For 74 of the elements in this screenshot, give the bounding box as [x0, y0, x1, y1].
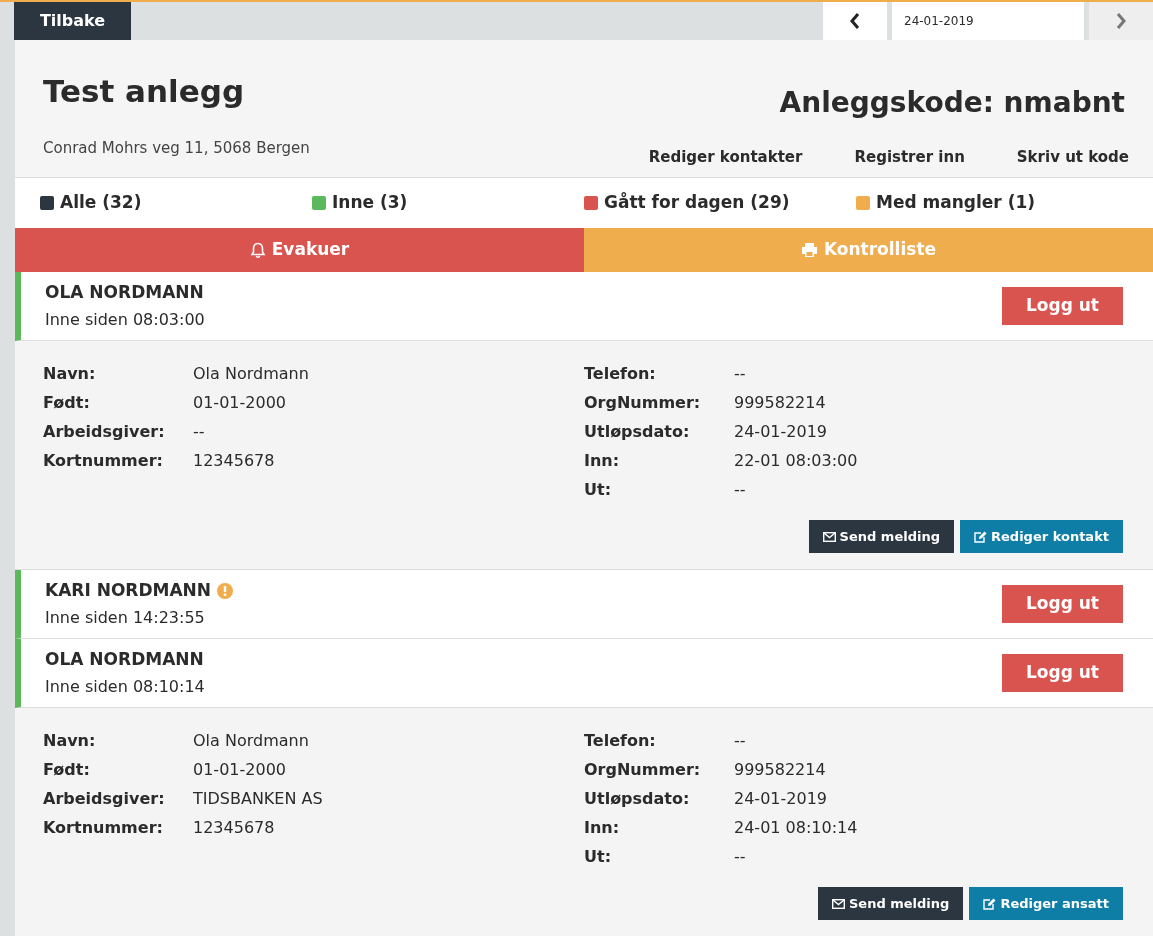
field-value: 999582214 [734, 758, 826, 781]
field-label: Navn: [43, 362, 97, 385]
field-value: Ola Nordmann [193, 729, 309, 752]
checked-in-time: Inne siden 14:23:55 [45, 606, 206, 629]
field-label: OrgNummer: [584, 391, 702, 414]
edit-icon [974, 530, 987, 543]
field-value: -- [734, 845, 746, 868]
field-label: Inn: [584, 449, 621, 472]
field-value: 01-01-2000 [193, 758, 286, 781]
person-row[interactable]: KARI NORDMANN Inne siden 14:23:55 Logg ut [15, 570, 1153, 639]
status-filter[interactable]: Inne (3) [332, 190, 408, 216]
edit-button[interactable]: Rediger ansatt [969, 887, 1123, 920]
edit-button[interactable]: Rediger kontakt [960, 520, 1123, 553]
field-value: 12345678 [193, 449, 275, 472]
field-value: -- [734, 729, 746, 752]
edit-icon [983, 897, 997, 910]
field-label: Inn: [584, 816, 621, 839]
field-label: Kortnummer: [43, 449, 164, 472]
field-value: -- [734, 362, 746, 385]
field-label: Telefon: [584, 362, 657, 385]
site-address: Conrad Mohrs veg 11, 5068 Bergen [43, 137, 310, 159]
field-label: OrgNummer: [584, 758, 702, 781]
site-code: Anleggskode: nmabnt [779, 85, 1125, 121]
checked-in-time: Inne siden 08:10:14 [45, 675, 205, 698]
field-label: Navn: [43, 729, 97, 752]
back-button[interactable]: Tilbake [14, 2, 131, 40]
previous-button[interactable] [823, 2, 887, 40]
status-filter[interactable]: Med mangler (1) [876, 190, 1036, 216]
field-label: Kortnummer: [43, 816, 164, 839]
field-value: 999582214 [734, 391, 826, 414]
field-value: 01-01-2000 [193, 391, 286, 414]
field-value: 24-01-2019 [734, 420, 827, 443]
logout-button[interactable]: Logg ut [1002, 654, 1123, 692]
field-label: Utløpsdato: [584, 787, 691, 810]
date-field[interactable]: 24-01-2019 [892, 2, 1084, 40]
send-message-button[interactable]: Send melding [817, 887, 964, 920]
field-value: 22-01 08:03:00 [734, 449, 858, 472]
person-row[interactable]: OLA NORDMANN Inne siden 08:10:14 Logg ut [15, 639, 1153, 708]
field-value: -- [734, 478, 746, 501]
person-name: OLA NORDMANN [45, 281, 204, 305]
person-name: KARI NORDMANN [45, 579, 212, 603]
envelope-icon [831, 898, 845, 909]
site-title: Test anlegg [43, 72, 246, 111]
header-link[interactable]: Skriv ut kode [1016, 146, 1129, 169]
field-label: Utløpsdato: [584, 420, 691, 443]
header-link[interactable]: Registrer inn [854, 146, 965, 169]
person-name: OLA NORDMANN [45, 648, 204, 672]
field-label: Født: [43, 758, 91, 781]
field-value: -- [193, 420, 205, 443]
field-label: Født: [43, 391, 91, 414]
field-label: Ut: [584, 845, 613, 868]
logout-button[interactable]: Logg ut [1002, 585, 1123, 623]
checked-in-time: Inne siden 08:03:00 [45, 308, 205, 331]
field-label: Telefon: [584, 729, 657, 752]
send-message-button[interactable]: Send melding [808, 520, 954, 553]
field-label: Ut: [584, 478, 613, 501]
status-filter[interactable]: Gått for dagen (29) [604, 190, 790, 216]
field-label: Arbeidsgiver: [43, 420, 166, 443]
chevron-right-icon [1116, 13, 1126, 29]
person-row[interactable]: OLA NORDMANN Inne siden 08:03:00 Logg ut [15, 272, 1153, 341]
chevron-left-icon [850, 13, 860, 29]
envelope-icon [822, 531, 836, 542]
field-label: Arbeidsgiver: [43, 787, 166, 810]
field-value: 24-01-2019 [734, 787, 827, 810]
logout-button[interactable]: Logg ut [1002, 287, 1123, 325]
evacuate-button[interactable]: Evakuer [15, 228, 584, 272]
field-value: TIDSBANKEN AS [193, 787, 323, 810]
field-value: Ola Nordmann [193, 362, 309, 385]
field-value: 24-01 08:10:14 [734, 816, 858, 839]
bell-icon [249, 241, 266, 259]
header-link[interactable]: Rediger kontakter [648, 146, 803, 169]
status-filter[interactable]: Alle (32) [60, 190, 142, 216]
printer-icon [800, 242, 818, 258]
field-value: 12345678 [193, 816, 275, 839]
